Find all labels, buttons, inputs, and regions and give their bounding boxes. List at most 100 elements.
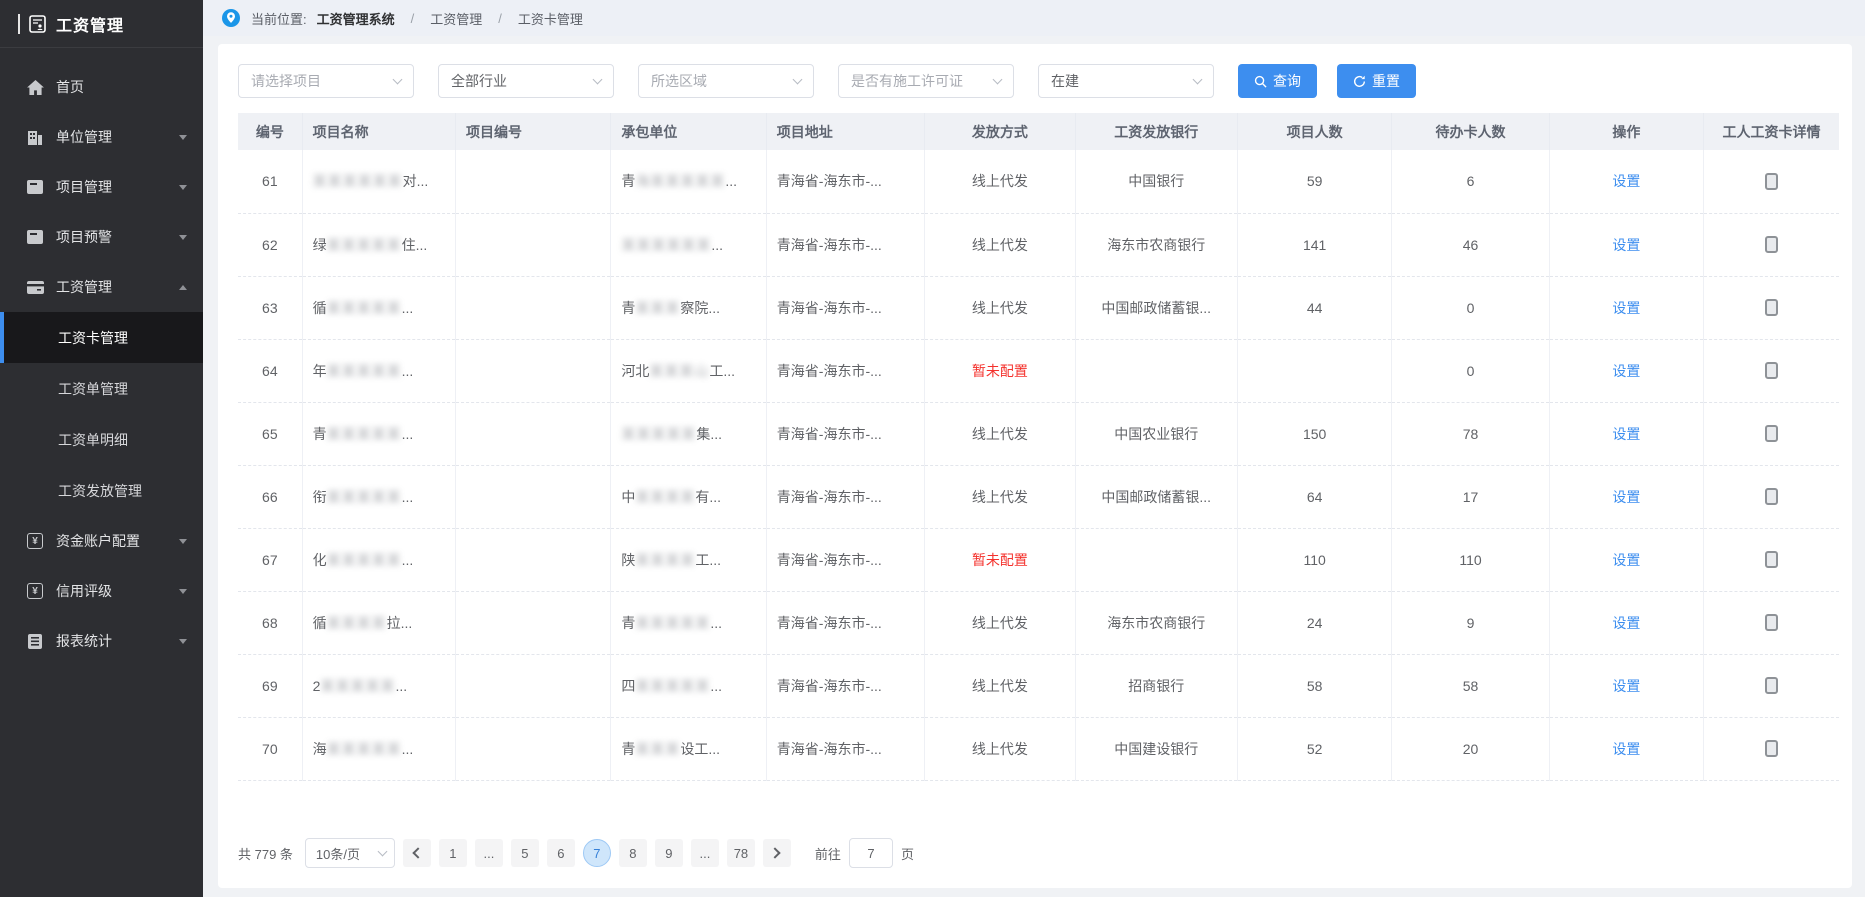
page-button[interactable]: 6 <box>547 839 575 867</box>
col-people: 项目人数 <box>1237 113 1391 150</box>
page-button-active[interactable]: 7 <box>583 839 611 867</box>
salary-card-detail-icon[interactable] <box>1765 236 1778 253</box>
chevron-down-icon <box>179 589 187 594</box>
chevron-down-icon <box>993 74 1003 84</box>
salary-card-detail-icon[interactable] <box>1765 614 1778 631</box>
breadcrumb-level2[interactable]: 工资管理 <box>430 9 482 28</box>
settings-link[interactable]: 设置 <box>1612 741 1640 757</box>
region-select[interactable]: 所选区域 <box>638 64 814 98</box>
sidebar-item-label: 报表统计 <box>56 631 179 651</box>
sidebar-item-salary-detail[interactable]: 工资单明细 <box>0 414 203 465</box>
breadcrumb-root[interactable]: 工资管理系统 <box>317 9 395 28</box>
cell-contractor: 青某某某设工... <box>611 717 766 780</box>
salary-card-detail-icon[interactable] <box>1765 551 1778 568</box>
sidebar-item-org[interactable]: 单位管理 <box>0 112 203 162</box>
cell-bank: 中国邮政储蓄银... <box>1075 465 1237 528</box>
salary-card-detail-icon[interactable] <box>1765 173 1778 190</box>
sidebar-item-salary-sheet[interactable]: 工资单管理 <box>0 363 203 414</box>
settings-link[interactable]: 设置 <box>1612 237 1640 253</box>
sidebar-item-label: 资金账户配置 <box>56 531 179 551</box>
building-icon <box>26 128 44 146</box>
prev-page-button[interactable] <box>403 839 431 867</box>
app-root: 工资管理 首页 单位管理 项目管理 <box>0 0 1865 897</box>
settings-link[interactable]: 设置 <box>1612 678 1640 694</box>
cell-pay-method: 暂未配置 <box>925 528 1075 591</box>
sidebar-item-salary-card[interactable]: 工资卡管理 <box>0 312 203 363</box>
permit-select[interactable]: 是否有施工许可证 <box>838 64 1014 98</box>
salary-card-detail-icon[interactable] <box>1765 488 1778 505</box>
cell-project-name: 绿某某某某某住... <box>302 213 455 276</box>
pagination: 共 779 条 10条/页 1 ... 5 6 7 8 9 ... 78 <box>238 838 1852 874</box>
page-button[interactable]: 9 <box>655 839 683 867</box>
cell-bank: 中国银行 <box>1075 150 1237 213</box>
ellipsis-more-pages[interactable]: ... <box>691 839 719 867</box>
settings-link[interactable]: 设置 <box>1612 489 1640 505</box>
redacted-text: 某某某 <box>635 300 680 316</box>
cell-pending: 0 <box>1392 339 1549 402</box>
cell-people: 44 <box>1237 276 1391 339</box>
sidebar-item-salary[interactable]: 工资管理 <box>0 262 203 312</box>
settings-link[interactable]: 设置 <box>1612 615 1640 631</box>
redacted-text: 某某某某某 <box>327 489 402 505</box>
submenu-item-label: 工资单明细 <box>58 430 128 450</box>
redacted-text: 某某某某某 <box>635 678 710 694</box>
yuan-box-icon: ¥ <box>26 532 44 550</box>
cell-pay-method: 线上代发 <box>925 213 1075 276</box>
chevron-down-icon <box>393 74 403 84</box>
redacted-text: 某某某某某 <box>635 615 710 631</box>
page-button[interactable]: 8 <box>619 839 647 867</box>
salary-card-detail-icon[interactable] <box>1765 299 1778 316</box>
sidebar-item-home[interactable]: 首页 <box>0 62 203 112</box>
sidebar-item-fund[interactable]: ¥ 资金账户配置 <box>0 516 203 566</box>
settings-link[interactable]: 设置 <box>1612 300 1640 316</box>
sidebar-item-salary-payout[interactable]: 工资发放管理 <box>0 465 203 516</box>
settings-link[interactable]: 设置 <box>1612 426 1640 442</box>
sidebar-item-project[interactable]: 项目管理 <box>0 162 203 212</box>
cell-bank: 中国邮政储蓄银... <box>1075 276 1237 339</box>
settings-link[interactable]: 设置 <box>1612 173 1640 189</box>
page-button[interactable]: 5 <box>511 839 539 867</box>
sidebar-item-credit[interactable]: ¥ 信用评级 <box>0 566 203 616</box>
col-address: 项目地址 <box>766 113 924 150</box>
goto-label: 前往 <box>815 844 841 863</box>
cell-project-name: 循某某某某拉... <box>302 591 455 654</box>
page-size-select[interactable]: 10条/页 <box>305 838 395 868</box>
salary-card-detail-icon[interactable] <box>1765 677 1778 694</box>
goto-page-input[interactable] <box>849 838 893 868</box>
search-button[interactable]: 查询 <box>1238 64 1317 98</box>
total-count: 共 779 条 <box>238 844 293 863</box>
cell-contractor: 中某某某某有... <box>611 465 766 528</box>
sidebar-item-label: 信用评级 <box>56 581 179 601</box>
cell-id: 62 <box>238 213 302 276</box>
table-row: 69 2某某某某某... 四某某某某某... 青海省-海东市-... 线上代发 … <box>238 654 1839 717</box>
salary-card-detail-icon[interactable] <box>1765 740 1778 757</box>
ellipsis-more-pages[interactable]: ... <box>475 839 503 867</box>
cell-project-name: 衔某某某某某... <box>302 465 455 528</box>
search-button-label: 查询 <box>1273 71 1301 91</box>
col-id: 编号 <box>238 113 302 150</box>
salary-card-detail-icon[interactable] <box>1765 425 1778 442</box>
project-select-placeholder: 请选择项目 <box>251 71 321 91</box>
cell-address: 青海省-海东市-... <box>766 276 924 339</box>
logo-divider <box>18 14 20 34</box>
industry-select[interactable]: 全部行业 <box>438 64 614 98</box>
redacted-text: 某某某某某 <box>327 300 402 316</box>
cell-pay-method: 线上代发 <box>925 465 1075 528</box>
page-button[interactable]: 78 <box>727 839 755 867</box>
col-contractor: 承包单位 <box>611 113 766 150</box>
cell-bank: 中国农业银行 <box>1075 402 1237 465</box>
project-select[interactable]: 请选择项目 <box>238 64 414 98</box>
status-select[interactable]: 在建 <box>1038 64 1214 98</box>
salary-card-detail-icon[interactable] <box>1765 362 1778 379</box>
sidebar-item-warning[interactable]: 项目预警 <box>0 212 203 262</box>
content-area: 请选择项目 全部行业 所选区域 是否有施工许可证 <box>203 36 1865 897</box>
page-button[interactable]: 1 <box>439 839 467 867</box>
chevron-right-icon <box>770 847 781 858</box>
breadcrumb-level3[interactable]: 工资卡管理 <box>518 9 583 28</box>
reset-button[interactable]: 重置 <box>1337 64 1416 98</box>
next-page-button[interactable] <box>763 839 791 867</box>
redacted-text: 某某某某某某 <box>621 237 711 253</box>
settings-link[interactable]: 设置 <box>1612 363 1640 379</box>
sidebar-item-report[interactable]: 报表统计 <box>0 616 203 666</box>
settings-link[interactable]: 设置 <box>1612 552 1640 568</box>
